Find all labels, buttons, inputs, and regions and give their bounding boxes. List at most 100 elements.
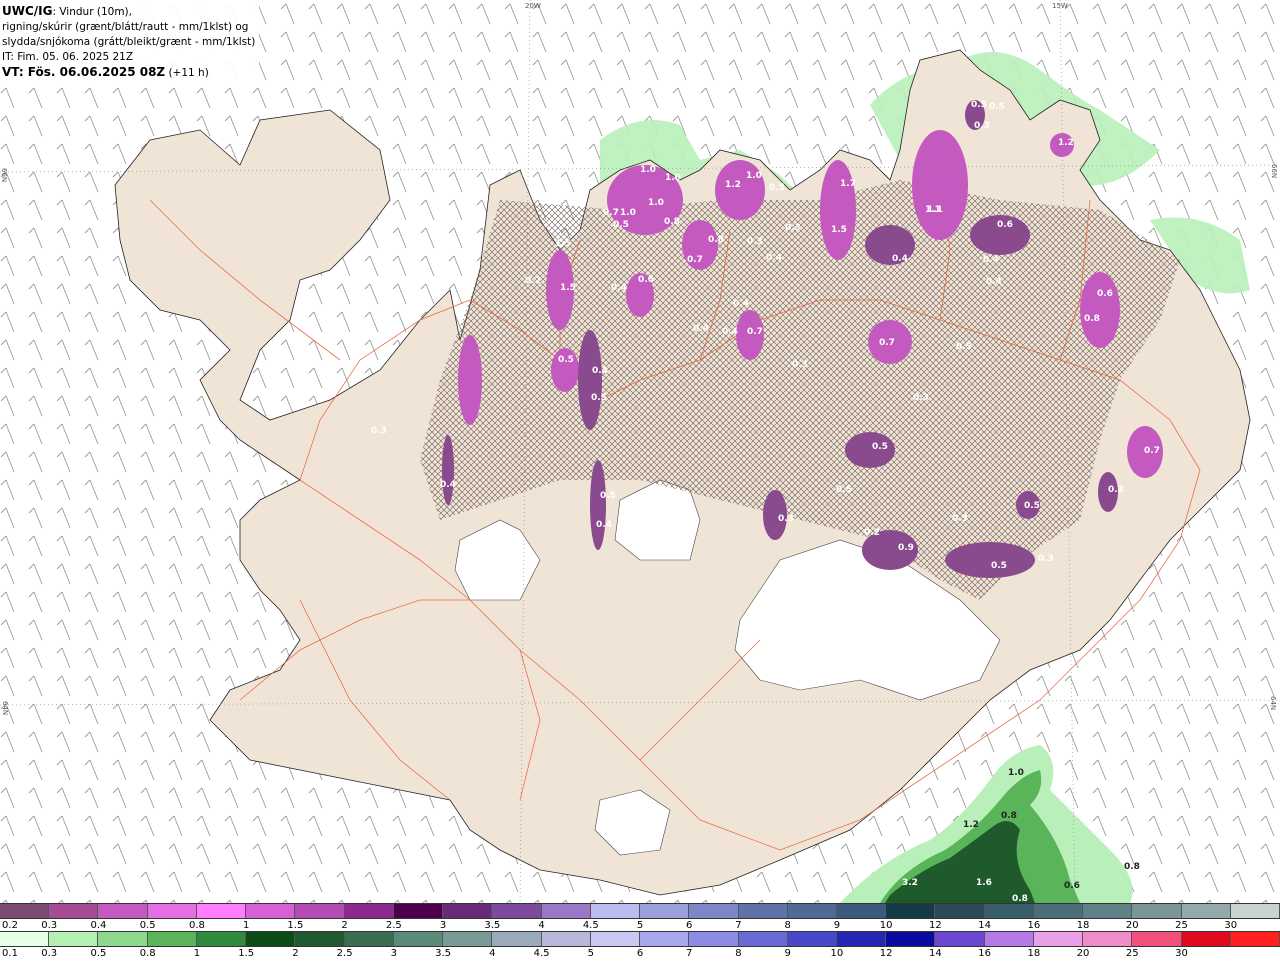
scale-tick-label: 0.1 (2, 948, 18, 959)
precip-value-label: 0.3 (913, 393, 929, 403)
precip-value-label: 0.7 (747, 327, 763, 337)
scale-swatch (1033, 904, 1084, 918)
precip-value-label: 0.5 (558, 355, 574, 365)
scale-tick-label: 2.5 (385, 920, 402, 931)
scale-swatch (49, 932, 99, 946)
rain-color-scale: 0.1 0.3 0.5 0.8 1 1.5 2 2.5 3 3.5 4 4.5 5 6 7 8 9 10 12 14 1… (0, 931, 1280, 959)
scale-swatch (0, 904, 50, 918)
precip-value-label: 0.8 (1084, 314, 1100, 324)
scale-tick-label: 18 (1027, 948, 1041, 959)
weather-map: 1.01.01.00.71.00.81.21.00.5 1.71.50.31.10… (0, 0, 1280, 903)
rain-value-label: 3.2 (902, 878, 918, 888)
precip-value-label: 0.4 (693, 324, 709, 334)
precip-value-label: 0.3 (785, 223, 801, 233)
precip-value-label: 0.5 (956, 342, 972, 352)
scale-tick-label: 25 (1125, 948, 1139, 959)
precip-value-label: 0.3 (1108, 485, 1124, 495)
precip-value-label: 0.3 (792, 360, 808, 370)
precip-value-label: 0.2 (864, 528, 880, 538)
scale-swatch (443, 932, 493, 946)
scale-swatch (1230, 904, 1280, 918)
precip-value-label: 0.7 (603, 208, 619, 218)
scale-swatch (836, 904, 887, 918)
rain-value-label: 0.8 (1012, 894, 1028, 903)
scale-tick-label: 1.5 (287, 920, 304, 931)
rain-scale-ticks: 0.1 0.3 0.5 0.8 1 1.5 2 2.5 3 3.5 4 4.5 5 6 7 8 9 10 12 14 1… (0, 947, 1280, 961)
scale-tick-label: 5 (587, 948, 594, 959)
scale-tick-label: 0.8 (188, 920, 205, 931)
precip-value-label: 0.4 (733, 299, 749, 309)
scale-swatch (738, 932, 788, 946)
scale-tick-label: 3 (439, 920, 447, 931)
rain-value-label: 0.8 (1124, 862, 1140, 872)
scale-swatch (196, 904, 247, 918)
scale-swatch (1132, 904, 1182, 918)
scale-tick-label: 8 (784, 920, 791, 931)
scale-tick-label: 1 (242, 920, 250, 931)
valid-time: VT: Fös. 06.06.2025 08Z (+11 h) (2, 65, 209, 79)
scale-swatch (49, 904, 99, 918)
rain-value-label: 0.8 (1001, 811, 1017, 821)
scale-swatch (886, 904, 936, 918)
precip-value-label: 0.5 (991, 561, 1007, 571)
precip-value-label: 1.5 (560, 283, 576, 293)
scale-tick-label: 16 (1027, 920, 1041, 931)
coord-label: 66N (0, 168, 8, 182)
scale-swatch (295, 932, 345, 946)
scale-swatch (492, 932, 542, 946)
precip-value-label: 0.3 (1038, 554, 1054, 564)
precip-value-label: 0.7 (1144, 446, 1160, 456)
rain-scale-bar (0, 931, 1280, 947)
scale-swatch (541, 932, 591, 946)
precip-value-label: 0.5 (769, 183, 785, 193)
scale-swatch (147, 904, 197, 918)
precip-value-label: 0.6 (638, 275, 654, 285)
scale-tick-label: 6 (686, 920, 693, 931)
scale-tick-label: 20 (1125, 920, 1139, 931)
precip-value-label: 1.0 (665, 173, 681, 183)
precip-value-label: 0.4 (892, 254, 908, 264)
scale-swatch (98, 932, 148, 946)
scale-swatch (0, 932, 50, 946)
precip-value-label: 1.2 (1058, 138, 1074, 148)
scale-tick-label: 0.8 (139, 948, 156, 959)
scale-swatch (689, 904, 739, 918)
precip-value-label: 0.4 (592, 366, 608, 376)
scale-tick-label: 2 (292, 948, 299, 959)
scale-tick-label: 4.5 (582, 920, 599, 931)
scale-swatch (787, 904, 837, 918)
scale-tick-label: 8 (735, 948, 742, 959)
precip-value-label: 1.0 (746, 171, 762, 181)
scale-swatch (196, 932, 247, 946)
scale-swatch (886, 932, 936, 946)
scale-tick-label: 3 (390, 948, 398, 959)
scale-tick-label: 2 (341, 920, 348, 931)
scale-swatch (1181, 904, 1231, 918)
scale-tick-label: 3.5 (435, 948, 452, 959)
scale-tick-label: 0.4 (90, 920, 107, 931)
scale-swatch (984, 932, 1034, 946)
precip-value-label: 1.1 (927, 205, 943, 215)
coord-label: 15W (1052, 2, 1068, 10)
map-subtitle-snow: slydda/snjókoma (grátt/bleikt/grænt - mm… (2, 36, 256, 48)
scale-swatch (295, 904, 345, 918)
scale-swatch (246, 932, 296, 946)
scale-swatch (1083, 932, 1133, 946)
scale-tick-label: 2.5 (336, 948, 353, 959)
precip-value-label: 0.7 (687, 255, 703, 265)
precip-value-label: 0.3 (952, 514, 968, 524)
scale-tick-label: 6 (636, 948, 644, 959)
scale-swatch (492, 904, 542, 918)
rain-value-label: 0.6 (1064, 881, 1080, 891)
scale-tick-label: 1.5 (238, 948, 255, 959)
precip-value-label: 0.5 (1024, 501, 1040, 511)
scale-tick-label: 7 (735, 920, 742, 931)
scale-tick-label: 4 (538, 920, 545, 931)
scale-swatch (393, 932, 444, 946)
precip-value-label: 0.5 (591, 393, 607, 403)
precip-value-label: 0.6 (997, 220, 1013, 230)
precip-value-label: 0.4 (596, 520, 612, 530)
scale-swatch (590, 904, 641, 918)
scale-tick-label: 0.3 (41, 920, 58, 931)
rain-value-label: 1.6 (976, 878, 992, 888)
